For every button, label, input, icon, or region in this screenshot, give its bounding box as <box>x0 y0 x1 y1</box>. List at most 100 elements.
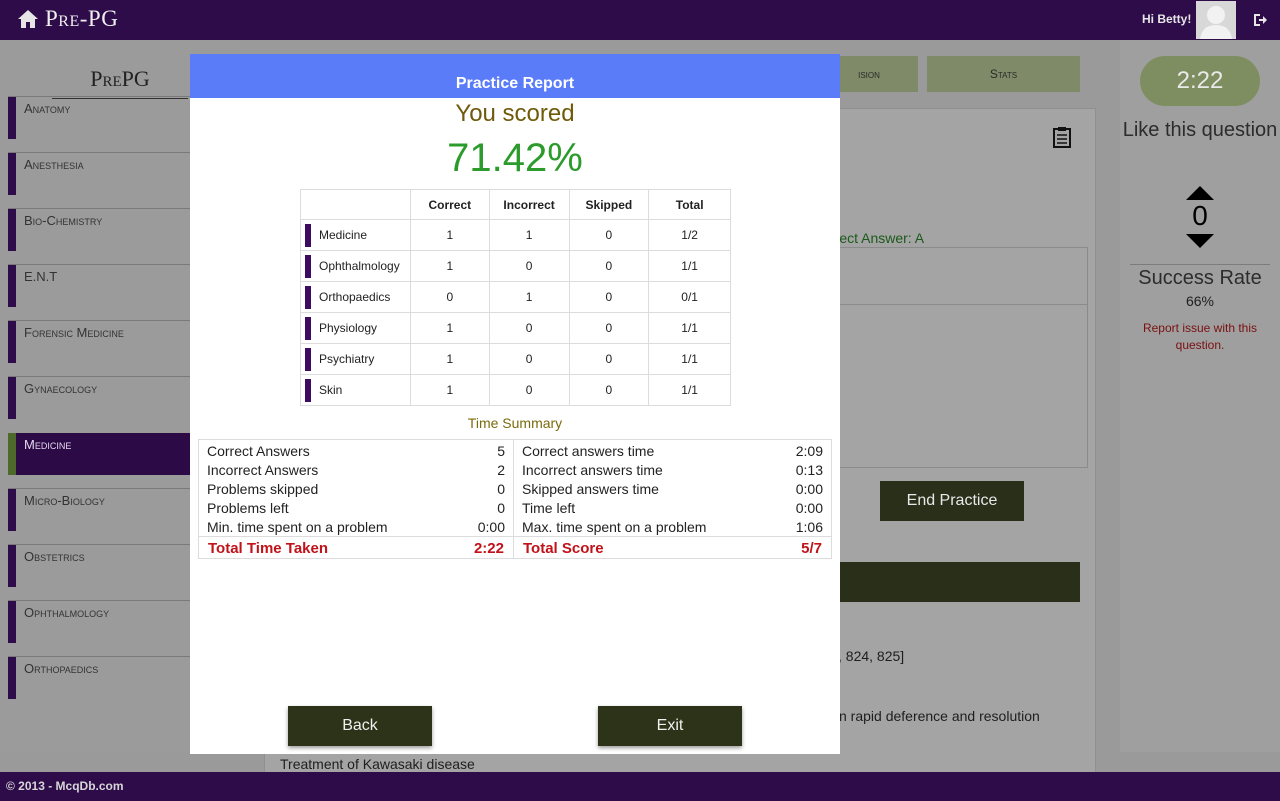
avatar[interactable] <box>1196 1 1236 39</box>
table-row: Skin 1 0 0 1/1 <box>300 374 731 406</box>
summary-value: 0:00 <box>477 519 505 535</box>
column-header <box>300 189 411 220</box>
subject-name: Psychiatry <box>319 352 375 366</box>
correct-cell: 1 <box>409 374 490 406</box>
sidebar-item-ophthalmology[interactable]: Ophthalmology <box>8 600 190 643</box>
sidebar-item-forensic-medicine[interactable]: Forensic Medicine <box>8 320 190 363</box>
table-row: Psychiatry 1 0 0 1/1 <box>300 343 731 375</box>
summary-row: Min. time spent on a problem 0:00 <box>207 517 505 536</box>
summary-row: Time left 0:00 <box>522 498 823 517</box>
sidebar-item-micro-biology[interactable]: Micro-Biology <box>8 488 190 531</box>
sidebar-item-label: Orthopaedics <box>24 661 99 676</box>
subject-marker <box>305 317 311 340</box>
incorrect-cell: 0 <box>488 374 570 406</box>
summary-value: 0 <box>497 481 505 497</box>
incorrect-cell: 1 <box>488 281 570 313</box>
sidebar-item-label: Bio-Chemistry <box>24 213 103 228</box>
sidebar-item-e-n-t[interactable]: E.N.T <box>8 264 190 307</box>
table-row: Orthopaedics 0 1 0 0/1 <box>300 281 731 313</box>
question-text: Treatment of Kawasaki disease <box>280 756 475 772</box>
sidebar-item-marker <box>8 545 16 587</box>
total-time-value: 2:22 <box>473 540 504 557</box>
user-greeting: Hi Betty! <box>1142 12 1192 26</box>
subject-cell: Skin <box>300 374 411 406</box>
subject-cell: Medicine <box>300 219 411 251</box>
column-header: Skipped <box>568 189 650 220</box>
total-cell: 1/2 <box>648 219 731 251</box>
right-panel: 2:22 Like this question 0 Success Rate 6… <box>1120 40 1280 752</box>
total-score-row: Total Score 5/7 <box>514 536 831 560</box>
column-header: Total <box>648 189 731 220</box>
modal-title: Practice Report <box>455 75 575 92</box>
sidebar-item-marker <box>8 209 16 251</box>
summary-label: Incorrect answers time <box>522 462 663 478</box>
incorrect-cell: 0 <box>488 343 570 375</box>
sidebar-item-obstetrics[interactable]: Obstetrics <box>8 544 190 587</box>
total-cell: 1/1 <box>648 312 731 344</box>
subject-cell: Orthopaedics <box>300 281 411 313</box>
reference-text: , 824, 825] <box>838 648 905 664</box>
subject-cell: Ophthalmology <box>300 250 411 282</box>
downvote-icon[interactable] <box>1186 234 1214 248</box>
summary-row: Correct answers time 2:09 <box>522 441 823 460</box>
report-issue-link[interactable]: Report issue with this question. <box>1136 320 1264 354</box>
logout-icon[interactable] <box>1252 12 1268 28</box>
summary-row: Correct Answers 5 <box>207 441 505 460</box>
upvote-icon[interactable] <box>1186 186 1214 200</box>
skipped-cell: 0 <box>568 343 650 375</box>
total-cell: 1/1 <box>648 250 731 282</box>
sidebar-item-orthopaedics[interactable]: Orthopaedics <box>8 656 190 699</box>
sidebar-item-medicine[interactable]: Medicine <box>8 433 190 475</box>
sidebar-item-label: Anesthesia <box>24 157 84 172</box>
back-button[interactable]: Back <box>288 706 432 746</box>
total-score-value: 5/7 <box>801 540 822 557</box>
time-summary-right: Correct answers time 2:09 Incorrect answer… <box>513 439 832 559</box>
table-header-row: Correct Incorrect Skipped Total <box>300 189 731 220</box>
summary-value: 0:13 <box>795 462 823 478</box>
subject-cell: Physiology <box>300 312 411 344</box>
total-time-row: Total Time Taken 2:22 <box>199 536 513 560</box>
total-cell: 0/1 <box>648 281 731 313</box>
summary-value: 5 <box>497 443 505 459</box>
incorrect-cell: 1 <box>488 219 570 251</box>
brand-logo[interactable]: Pre-PG <box>45 6 118 32</box>
modal-header: Practice Report <box>190 54 840 98</box>
summary-row: Max. time spent on a problem 1:06 <box>522 517 823 536</box>
sidebar-item-bio-chemistry[interactable]: Bio-Chemistry <box>8 208 190 251</box>
summary-value: 2:09 <box>795 443 823 459</box>
sidebar-item-marker <box>8 657 16 699</box>
column-header: Correct <box>409 189 490 220</box>
end-practice-button[interactable]: End Practice <box>880 481 1024 521</box>
success-rate-label: Success Rate <box>1138 267 1262 289</box>
subject-name: Skin <box>319 383 343 397</box>
table-row: Medicine 1 1 0 1/2 <box>300 219 731 251</box>
sidebar-item-gynaecology[interactable]: Gynaecology <box>8 376 190 419</box>
summary-row: Incorrect answers time 0:13 <box>522 460 823 479</box>
summary-row: Incorrect Answers 2 <box>207 460 505 479</box>
sidebar-item-marker <box>8 153 16 195</box>
subject-name: Ophthalmology <box>319 259 400 273</box>
sidebar-item-anesthesia[interactable]: Anesthesia <box>8 152 190 195</box>
you-scored-label: You scored <box>455 100 575 127</box>
summary-label: Correct Answers <box>207 443 310 459</box>
sidebar-item-label: E.N.T <box>24 269 58 284</box>
correct-cell: 1 <box>409 219 490 251</box>
sidebar-item-label: Medicine <box>24 437 72 452</box>
score-percent: 71.42% <box>447 136 583 180</box>
vote-count: 0 <box>1192 200 1208 231</box>
sidebar-item-marker <box>8 489 16 531</box>
answer-box <box>835 247 1088 468</box>
tab-stats[interactable]: Stats <box>927 56 1080 92</box>
exit-button[interactable]: Exit <box>598 706 742 746</box>
copyright-text: © 2013 - McqDb.com <box>6 779 124 793</box>
correct-cell: 1 <box>409 312 490 344</box>
sidebar-item-anatomy[interactable]: Anatomy <box>8 96 190 139</box>
incorrect-cell: 0 <box>488 312 570 344</box>
sidebar-item-marker <box>8 265 16 307</box>
skipped-cell: 0 <box>568 250 650 282</box>
clipboard-icon[interactable] <box>1053 126 1071 148</box>
home-icon[interactable] <box>17 9 39 29</box>
skipped-cell: 0 <box>568 374 650 406</box>
summary-label: Incorrect Answers <box>207 462 319 478</box>
summary-row: Problems left 0 <box>207 498 505 517</box>
